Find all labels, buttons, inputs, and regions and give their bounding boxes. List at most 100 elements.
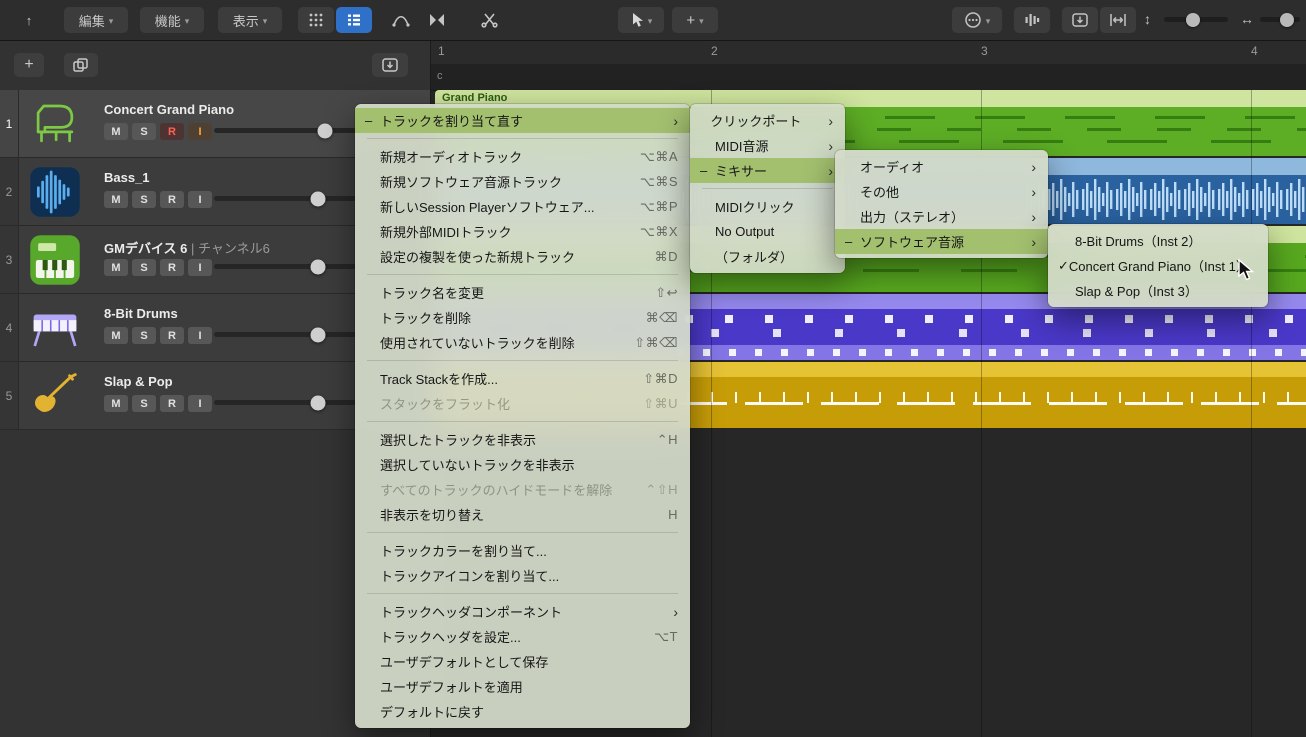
- menu-item[interactable]: クリックポート›: [690, 108, 845, 133]
- menu-item[interactable]: 新規オーディオトラック⌥⌘A: [355, 144, 690, 169]
- item-label: 使用されていないトラックを削除: [380, 333, 575, 352]
- record-enable-button[interactable]: R: [160, 395, 184, 412]
- volume-knob[interactable]: [310, 395, 325, 410]
- menu-item[interactable]: –ミキサー›: [690, 158, 845, 183]
- menu-item[interactable]: –ソフトウェア音源›: [835, 229, 1048, 254]
- region-name: Grand Piano: [442, 92, 507, 104]
- volume-knob[interactable]: [317, 123, 332, 138]
- functions-menu-button[interactable]: 機能 ▾: [140, 7, 204, 33]
- volume-knob[interactable]: [310, 259, 325, 274]
- volume-slider[interactable]: [214, 332, 356, 337]
- menu-item[interactable]: ユーザデフォルトとして保存: [355, 649, 690, 674]
- menu-item[interactable]: トラックヘッダコンポーネント›: [355, 599, 690, 624]
- horizontal-zoom-slider[interactable]: [1260, 17, 1300, 22]
- solo-button[interactable]: S: [132, 259, 156, 276]
- menu-item[interactable]: トラック名を変更⇧↩: [355, 280, 690, 305]
- item-label: ユーザデフォルトとして保存: [380, 652, 548, 671]
- menu-item[interactable]: 選択していないトラックを非表示: [355, 452, 690, 477]
- catch-button[interactable]: [372, 53, 408, 77]
- menu-item[interactable]: 新規ソフトウェア音源トラック⌥⌘S: [355, 169, 690, 194]
- input-monitor-button[interactable]: I: [188, 123, 212, 140]
- menu-item[interactable]: 使用されていないトラックを削除⇧⌘⌫: [355, 330, 690, 355]
- menu-item[interactable]: 出力（ステレオ）›: [835, 204, 1048, 229]
- solo-button[interactable]: S: [132, 395, 156, 412]
- volume-knob[interactable]: [310, 327, 325, 342]
- solo-button[interactable]: S: [132, 191, 156, 208]
- volume-knob[interactable]: [310, 191, 325, 206]
- menu-item[interactable]: –トラックを割り当て直す›: [355, 108, 690, 133]
- menu-item[interactable]: ✓Concert Grand Piano（Inst 1）: [1048, 253, 1268, 278]
- menu-item[interactable]: トラックアイコンを割り当て...: [355, 563, 690, 588]
- menu-item[interactable]: No Output: [690, 219, 845, 244]
- menu-item[interactable]: MIDIクリック: [690, 194, 845, 219]
- menu-item[interactable]: Slap & Pop（Inst 3）: [1048, 278, 1268, 303]
- menu-item[interactable]: ユーザデフォルトを適用: [355, 674, 690, 699]
- menu-item[interactable]: 非表示を切り替えH: [355, 502, 690, 527]
- menu-item[interactable]: 新しいSession Playerソフトウェア...⌥⌘P: [355, 194, 690, 219]
- solo-button[interactable]: S: [132, 123, 156, 140]
- automation-button[interactable]: [384, 7, 418, 33]
- pointer-tool-selector[interactable]: ▾: [618, 7, 664, 33]
- mute-button[interactable]: M: [104, 259, 128, 276]
- more-options-button[interactable]: ▾: [952, 7, 1002, 33]
- fit-horizontal-button[interactable]: [1100, 7, 1136, 33]
- list-view-button[interactable]: [336, 7, 372, 33]
- mute-button[interactable]: M: [104, 123, 128, 140]
- vertical-zoom-knob[interactable]: [1186, 13, 1200, 27]
- bar-ruler[interactable]: 1 2 3 4: [431, 40, 1306, 65]
- volume-slider[interactable]: [214, 400, 356, 405]
- menu-separator: [367, 421, 678, 422]
- vertical-zoom-slider[interactable]: [1164, 17, 1228, 22]
- menu-item[interactable]: 設定の複製を使った新規トラック⌘D: [355, 244, 690, 269]
- record-enable-button[interactable]: R: [160, 327, 184, 344]
- meter-button[interactable]: [1014, 7, 1050, 33]
- input-monitor-button[interactable]: I: [188, 395, 212, 412]
- mute-button[interactable]: M: [104, 191, 128, 208]
- horizontal-zoom-knob[interactable]: [1280, 13, 1294, 27]
- mute-button[interactable]: M: [104, 327, 128, 344]
- duplicate-track-button[interactable]: [64, 53, 98, 77]
- menu-separator: [367, 274, 678, 275]
- record-enable-button[interactable]: R: [160, 191, 184, 208]
- menu-item[interactable]: 選択したトラックを非表示⌃H: [355, 427, 690, 452]
- edit-menu-button[interactable]: 編集 ▾: [64, 7, 128, 33]
- menu-item[interactable]: オーディオ›: [835, 154, 1048, 179]
- input-monitor-button[interactable]: I: [188, 191, 212, 208]
- add-track-button[interactable]: +: [14, 53, 44, 77]
- flex-button[interactable]: [420, 7, 454, 33]
- menu-item[interactable]: Track Stackを作成...⇧⌘D: [355, 366, 690, 391]
- menu-item[interactable]: デフォルトに戻す: [355, 699, 690, 724]
- item-shortcut: ⌥T: [632, 629, 678, 645]
- volume-slider[interactable]: [214, 264, 356, 269]
- menu-item[interactable]: 8-Bit Drums（Inst 2）: [1048, 228, 1268, 253]
- track-context-menu: –トラックを割り当て直す› 新規オーディオトラック⌥⌘A新規ソフトウェア音源トラッ…: [355, 104, 690, 728]
- split-tool-button[interactable]: [470, 7, 508, 33]
- item-shortcut: ⌥⌘X: [618, 224, 678, 240]
- item-label: ソフトウェア音源: [860, 232, 964, 251]
- item-label: 非表示を切り替え: [380, 505, 484, 524]
- menu-item[interactable]: （フォルダ）: [690, 244, 845, 269]
- item-shortcut: ⇧⌘U: [621, 396, 678, 412]
- catch-icon: [381, 57, 399, 73]
- solo-button[interactable]: S: [132, 327, 156, 344]
- record-enable-button[interactable]: R: [160, 259, 184, 276]
- input-monitor-button[interactable]: I: [188, 259, 212, 276]
- catch-playhead-button[interactable]: [1062, 7, 1098, 33]
- menu-item[interactable]: 新規外部MIDIトラック⌥⌘X: [355, 219, 690, 244]
- menu-item[interactable]: MIDI音源›: [690, 133, 845, 158]
- menu-item[interactable]: トラックカラーを割り当て...: [355, 538, 690, 563]
- view-menu-button[interactable]: 表示 ▾: [218, 7, 282, 33]
- volume-slider[interactable]: [214, 196, 356, 201]
- input-monitor-button[interactable]: I: [188, 327, 212, 344]
- volume-slider[interactable]: [214, 128, 356, 133]
- menu-item[interactable]: トラックを削除⌘⌫: [355, 305, 690, 330]
- cycle-label: c: [437, 70, 443, 82]
- menu-item[interactable]: トラックヘッダを設定...⌥T: [355, 624, 690, 649]
- menu-item[interactable]: その他›: [835, 179, 1048, 204]
- up-arrow-button[interactable]: ↑: [12, 7, 46, 33]
- secondary-tool-selector[interactable]: + ▾: [672, 7, 718, 33]
- grid-view-button[interactable]: [298, 7, 334, 33]
- mute-button[interactable]: M: [104, 395, 128, 412]
- catch-icon: [1071, 12, 1089, 28]
- record-enable-button[interactable]: R: [160, 123, 184, 140]
